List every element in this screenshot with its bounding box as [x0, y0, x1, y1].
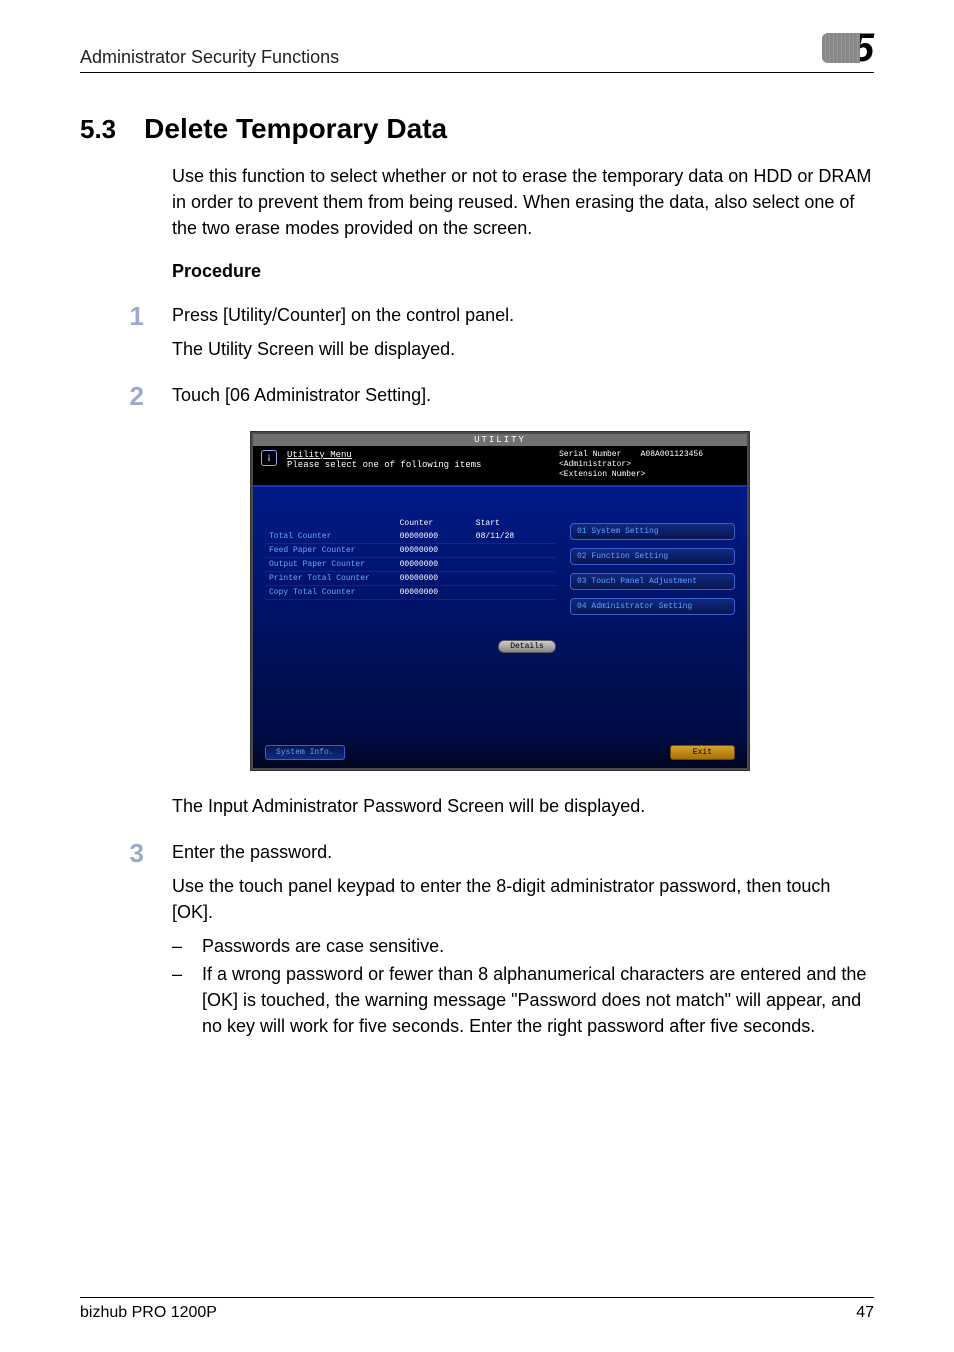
section-heading: 5.3 Delete Temporary Data [80, 113, 874, 145]
screen-header-left: Utility Menu Please select one of follow… [287, 450, 549, 481]
utility-screenshot: UTILITY i Utility Menu Please select one… [250, 431, 750, 771]
section-number: 5.3 [80, 114, 116, 145]
menu-system-setting[interactable]: 01 System Setting [570, 523, 735, 540]
step-body: Enter the password. Use the touch panel … [172, 839, 874, 1042]
counter-label: Feed Paper Counter [269, 546, 400, 555]
step-1: 1 Press [Utility/Counter] on the control… [80, 302, 874, 370]
menu-panel: 01 System Setting 02 Function Setting 03… [570, 517, 735, 725]
footer-page-number: 47 [856, 1304, 874, 1322]
counter-start: 08/11/28 [476, 532, 552, 541]
step-text: Touch [06 Administrator Setting]. [172, 382, 874, 408]
menu-administrator-setting[interactable]: 04 Administrator Setting [570, 598, 735, 615]
running-header: Administrator Security Functions 5 [80, 28, 874, 73]
page-footer: bizhub PRO 1200P 47 [80, 1297, 874, 1322]
counter-start [476, 560, 552, 569]
bullet-item: – If a wrong password or fewer than 8 al… [172, 961, 874, 1039]
step-body: Touch [06 Administrator Setting]. [172, 382, 874, 416]
step-text: Press [Utility/Counter] on the control p… [172, 302, 874, 328]
step-3: 3 Enter the password. Use the touch pane… [80, 839, 874, 1042]
step-number: 2 [80, 382, 144, 416]
counter-col-start: Start [476, 519, 552, 528]
menu-touch-panel-adjustment[interactable]: 03 Touch Panel Adjustment [570, 573, 735, 590]
screen-header-right: Serial Number A08A001123456 <Administrat… [559, 450, 739, 481]
section-intro: Use this function to select whether or n… [172, 163, 874, 241]
counter-label: Printer Total Counter [269, 574, 400, 583]
administrator-label: <Administrator> [559, 460, 739, 470]
step-text: Enter the password. [172, 839, 874, 865]
serial-value: A08A001123456 [641, 450, 703, 459]
step-number: 3 [80, 839, 144, 1042]
bullet-text: Passwords are case sensitive. [202, 933, 874, 959]
system-info-button[interactable]: System Info. [265, 745, 345, 760]
step-text: The Utility Screen will be displayed. [172, 336, 874, 362]
info-icon: i [261, 450, 277, 466]
step-text: Use the touch panel keypad to enter the … [172, 873, 874, 925]
counter-label: Total Counter [269, 532, 400, 541]
section-title: Delete Temporary Data [144, 113, 447, 145]
utility-menu-prompt: Please select one of following items [287, 460, 549, 470]
exit-button[interactable]: Exit [670, 745, 735, 760]
details-button[interactable]: Details [498, 640, 556, 653]
counter-value: 00000000 [400, 532, 476, 541]
menu-function-setting[interactable]: 02 Function Setting [570, 548, 735, 565]
counter-panel: Counter Start Total Counter 00000000 08/… [265, 517, 556, 725]
bullet-text: If a wrong password or fewer than 8 alph… [202, 961, 874, 1039]
counter-label: Copy Total Counter [269, 588, 400, 597]
footer-product: bizhub PRO 1200P [80, 1304, 217, 1322]
counter-row: Copy Total Counter 00000000 [265, 586, 556, 600]
step-body: Press [Utility/Counter] on the control p… [172, 302, 874, 370]
counter-value: 00000000 [400, 546, 476, 555]
counter-row: Output Paper Counter 00000000 [265, 558, 556, 572]
chapter-decor [822, 33, 860, 63]
step-3-bullets: – Passwords are case sensitive. – If a w… [172, 933, 874, 1039]
screen-window-title: UTILITY [253, 434, 747, 446]
counter-header-row: Counter Start [265, 517, 556, 530]
extension-label: <Extension Number> [559, 470, 739, 480]
counter-value: 00000000 [400, 588, 476, 597]
chapter-badge: 5 [822, 28, 874, 68]
dash-icon: – [172, 961, 186, 1039]
step-number: 1 [80, 302, 144, 370]
counter-start [476, 546, 552, 555]
procedure-label: Procedure [172, 261, 874, 282]
counter-value: 00000000 [400, 560, 476, 569]
running-head-text: Administrator Security Functions [80, 47, 339, 68]
utility-menu-label: Utility Menu [287, 450, 549, 460]
counter-col-counter: Counter [400, 519, 476, 528]
counter-label: Output Paper Counter [269, 560, 400, 569]
counter-start [476, 588, 552, 597]
counter-col-blank [269, 519, 400, 528]
counter-row: Total Counter 00000000 08/11/28 [265, 530, 556, 544]
counter-value: 00000000 [400, 574, 476, 583]
step-2: 2 Touch [06 Administrator Setting]. [80, 382, 874, 416]
serial-label: Serial Number [559, 450, 621, 459]
counter-row: Feed Paper Counter 00000000 [265, 544, 556, 558]
counter-row: Printer Total Counter 00000000 [265, 572, 556, 586]
counter-start [476, 574, 552, 583]
bullet-item: – Passwords are case sensitive. [172, 933, 874, 959]
dash-icon: – [172, 933, 186, 959]
step-2-result: The Input Administrator Password Screen … [172, 793, 874, 819]
